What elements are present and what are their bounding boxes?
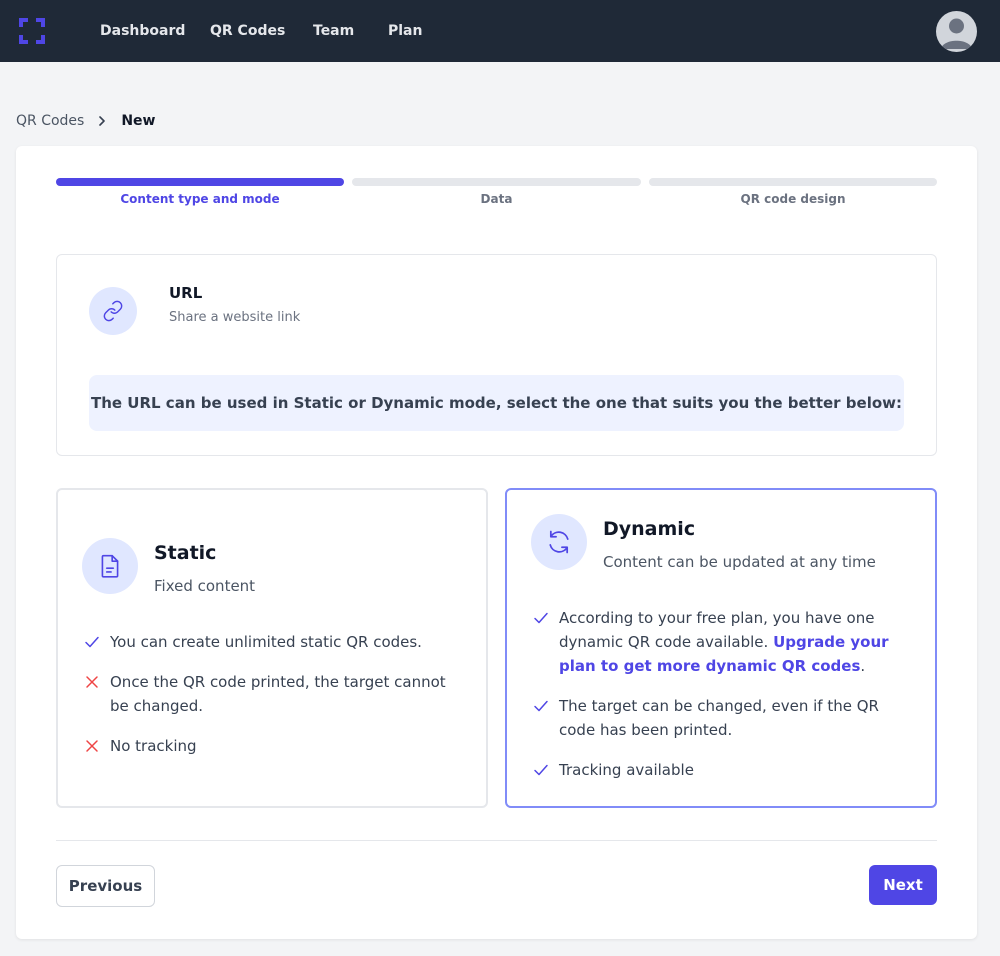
static-mode-title: Static <box>154 542 217 564</box>
dynamic-feature-item: According to your free plan, you have on… <box>533 606 913 678</box>
user-icon <box>941 18 972 49</box>
nav-team[interactable]: Team <box>313 21 354 41</box>
nav-plan[interactable]: Plan <box>388 21 422 41</box>
step-label-design[interactable]: QR code design <box>649 191 937 207</box>
check-icon <box>534 612 548 624</box>
link-icon-badge <box>89 287 137 335</box>
user-avatar[interactable] <box>936 11 977 52</box>
refresh-icon <box>549 530 569 554</box>
dynamic-feature-item: Tracking available <box>533 758 913 782</box>
document-icon <box>101 554 119 578</box>
dynamic-mode-title: Dynamic <box>603 518 696 540</box>
static-mode-card[interactable]: Static Fixed content You can create unli… <box>56 488 488 808</box>
dynamic-feature-item: The target can be changed, even if the Q… <box>533 694 913 742</box>
next-button[interactable]: Next <box>869 865 937 905</box>
previous-button[interactable]: Previous <box>56 865 155 907</box>
static-feature-item: No tracking <box>84 734 464 758</box>
step-progress-2 <box>352 178 641 186</box>
footer-divider <box>56 840 937 841</box>
content-type-summary: URL Share a website link The URL can be … <box>56 254 937 456</box>
mode-info-banner: The URL can be used in Static or Dynamic… <box>89 375 904 431</box>
content-type-description: Share a website link <box>169 310 301 325</box>
app-logo[interactable] <box>19 18 45 44</box>
wizard-card: Content type and mode Data QR code desig… <box>16 146 977 939</box>
top-navbar: Dashboard QR Codes Team Plan <box>0 0 1000 62</box>
step-progress-1 <box>56 178 344 186</box>
breadcrumb-qr-codes[interactable]: QR Codes <box>16 111 84 131</box>
check-icon <box>534 700 548 712</box>
link-icon <box>103 300 123 322</box>
breadcrumb: QR Codes New <box>16 111 156 131</box>
chevron-right-icon <box>99 116 106 126</box>
dynamic-mode-card[interactable]: Dynamic Content can be updated at any ti… <box>505 488 937 808</box>
x-icon <box>86 676 98 688</box>
document-icon-badge <box>82 538 138 594</box>
x-icon <box>86 740 98 752</box>
nav-dashboard[interactable]: Dashboard <box>100 21 185 41</box>
static-feature-item: Once the QR code printed, the target can… <box>84 670 464 718</box>
step-progress-3 <box>649 178 937 186</box>
refresh-icon-badge <box>531 514 587 570</box>
breadcrumb-current: New <box>121 113 156 129</box>
check-icon <box>85 636 99 648</box>
nav-qr-codes[interactable]: QR Codes <box>210 21 285 41</box>
content-type-title: URL <box>169 284 203 302</box>
check-icon <box>534 764 548 776</box>
step-label-data[interactable]: Data <box>352 191 641 207</box>
static-mode-subtitle: Fixed content <box>154 577 256 595</box>
dynamic-mode-subtitle: Content can be updated at any time <box>603 553 876 571</box>
step-label-content-type[interactable]: Content type and mode <box>56 191 344 207</box>
static-feature-item: You can create unlimited static QR codes… <box>84 630 464 654</box>
